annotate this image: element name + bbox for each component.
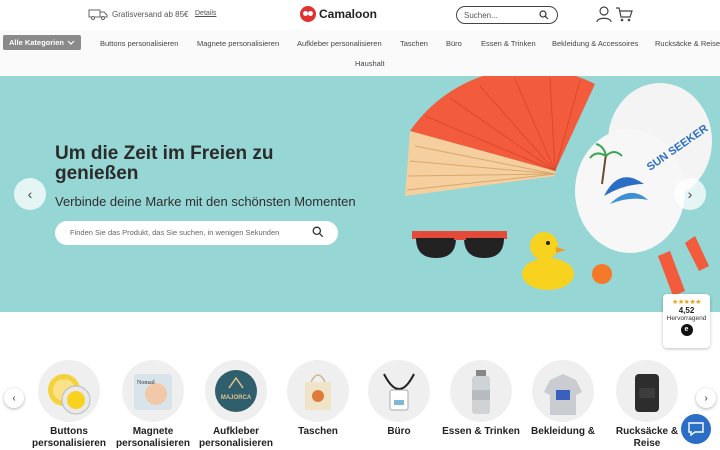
rating-score: 4,52 [678, 306, 695, 315]
rubber-duck-image [522, 232, 574, 290]
category-label: Buttons personalisieren [32, 426, 106, 449]
category-image [38, 360, 100, 422]
all-categories-label: Alle Kategorien [9, 38, 65, 47]
hero-prev-button[interactable]: ‹ [14, 178, 46, 210]
chevron-left-icon: ‹ [27, 186, 33, 202]
hero-search-placeholder: Finden Sie das Produkt, das Sie suchen, … [70, 228, 280, 237]
category-nav: Alle Kategorien Buttons personalisieren … [0, 30, 720, 76]
cart-icon[interactable] [615, 6, 633, 23]
logo[interactable]: Camaloon [300, 6, 377, 22]
svg-text:MAJORCA: MAJORCA [221, 395, 252, 401]
hero-product-image: SUN SEEKER [405, 76, 712, 296]
search-input[interactable]: Suchen... [456, 6, 558, 24]
nav-item-rucksaecke[interactable]: Rucksäcke & Reise [655, 39, 720, 48]
nav-item-haushalt[interactable]: Haushalt [355, 59, 385, 68]
category-image [450, 360, 512, 422]
chevron-right-icon: › [687, 186, 693, 202]
rating-stars: ★★★★★ [672, 299, 701, 306]
hand-fan-image [405, 76, 595, 196]
category-image [287, 360, 349, 422]
category-label: Rucksäcke & Reise [615, 426, 679, 449]
nav-item-magnete[interactable]: Magnete personalisieren [197, 39, 279, 48]
nav-item-buttons[interactable]: Buttons personalisieren [100, 39, 178, 48]
category-card-aufkleber[interactable]: MAJORCA Aufkleber personalisieren [195, 360, 277, 450]
user-icon[interactable] [596, 6, 612, 23]
category-image: Nomad [122, 360, 184, 422]
chevron-down-icon [67, 40, 75, 45]
category-next-button[interactable]: › [696, 388, 716, 408]
rating-label: Hervorragend [666, 315, 707, 322]
category-image [368, 360, 430, 422]
sunglasses-image [412, 231, 507, 258]
search-placeholder: Suchen... [464, 11, 498, 20]
truck-icon [88, 9, 108, 20]
category-card-essen-trinken[interactable]: Essen & Trinken [440, 360, 522, 438]
hero-next-button[interactable]: › [674, 178, 706, 210]
hero-banner: SUN SEEKER Um die Zeit im Freien zu geni… [0, 76, 720, 312]
all-categories-button[interactable]: Alle Kategorien [3, 35, 81, 50]
logo-text: Camaloon [319, 7, 378, 21]
nav-item-bekleidung[interactable]: Bekleidung & Accessoires [552, 39, 638, 48]
category-card-buero[interactable]: Büro [358, 360, 440, 438]
category-image: MAJORCA [205, 360, 267, 422]
category-label: Bekleidung & [531, 426, 595, 437]
hero-title: Um die Zeit im Freien zu genießen [55, 143, 274, 184]
chat-bubble-icon [688, 422, 704, 437]
svg-text:Nomad: Nomad [137, 380, 155, 386]
shipping-text: Gratisversand ab 85€ [112, 9, 189, 19]
category-card-magnete[interactable]: Nomad Magnete personalisieren [112, 360, 194, 450]
chevron-left-icon: ‹ [12, 392, 16, 404]
category-carousel: ‹ Buttons personalisieren Nomad Magnete … [0, 312, 720, 450]
category-label: Aufkleber personalisieren [199, 426, 273, 449]
shipping-info: Gratisversand ab 85€ [88, 8, 189, 20]
category-card-rucksaecke[interactable]: Rucksäcke & Reise [606, 360, 688, 450]
category-card-bekleidung[interactable]: Bekleidung & [522, 360, 604, 438]
category-prev-button[interactable]: ‹ [4, 388, 24, 408]
trusted-shops-rating-badge[interactable]: ★★★★★ 4,52 Hervorragend e [663, 294, 710, 348]
category-image [616, 360, 678, 422]
chat-button[interactable] [681, 414, 711, 444]
top-bar: Gratisversand ab 85€ Details Camaloon Su… [0, 0, 720, 30]
category-card-taschen[interactable]: Taschen [277, 360, 359, 438]
hero-search-input[interactable]: Finden Sie das Produkt, das Sie suchen, … [55, 221, 338, 245]
trusted-shops-icon: e [680, 324, 693, 336]
category-card-buttons[interactable]: Buttons personalisieren [28, 360, 110, 450]
search-icon[interactable] [312, 226, 324, 238]
search-icon[interactable] [539, 10, 549, 20]
hero-subtitle: Verbinde deine Marke mit den schönsten M… [55, 194, 356, 209]
nav-item-essen-trinken[interactable]: Essen & Trinken [481, 39, 536, 48]
category-image [532, 360, 594, 422]
nav-item-taschen[interactable]: Taschen [400, 39, 428, 48]
ball-image [592, 264, 612, 284]
camaloon-logo-icon [300, 6, 316, 22]
chevron-right-icon: › [704, 392, 708, 404]
category-label: Magnete personalisieren [116, 426, 190, 449]
details-link[interactable]: Details [195, 10, 216, 17]
category-label: Essen & Trinken [442, 426, 520, 437]
category-label: Büro [387, 426, 411, 437]
nav-item-buero[interactable]: Büro [446, 39, 462, 48]
nav-item-aufkleber[interactable]: Aufkleber personalisieren [297, 39, 382, 48]
category-label: Taschen [298, 426, 338, 437]
